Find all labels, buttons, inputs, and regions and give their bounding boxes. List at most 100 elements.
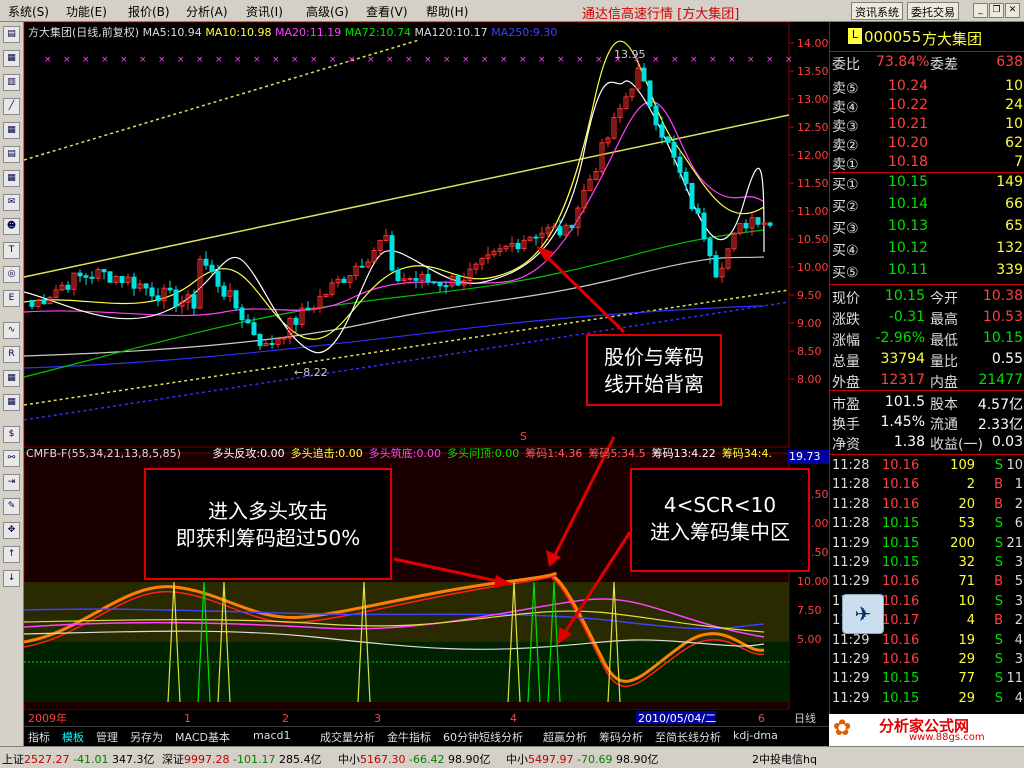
indicator-tab[interactable]: 至简长线分析	[655, 729, 721, 745]
weibi-row: 委比 73.84% 委差 638	[830, 54, 1024, 73]
move-icon[interactable]: ✥	[3, 522, 20, 539]
stat-label-2: 内盘	[930, 375, 958, 391]
tech-icon[interactable]: T	[3, 242, 20, 259]
indicator-tab[interactable]: 指标	[28, 729, 50, 745]
bid-row[interactable]: 买④ 10.12 132	[830, 240, 1024, 259]
bid-row[interactable]: 买② 10.14 66	[830, 196, 1024, 215]
indicator-tab[interactable]: 成交量分析	[320, 729, 375, 745]
minimize-icon[interactable]: _	[973, 3, 988, 18]
stat-label: 总量	[832, 354, 860, 370]
close-icon[interactable]: ✕	[1005, 3, 1020, 18]
signal-marker: ×	[253, 55, 261, 65]
pencil-icon[interactable]: ✎	[3, 498, 20, 515]
indicator-tab[interactable]: 筹码分析	[599, 729, 643, 745]
menu-system[interactable]: 系统(S)	[8, 3, 49, 20]
arrow-down-icon[interactable]: ↓	[3, 570, 20, 587]
indicator-tab[interactable]: 60分钟短线分析	[443, 729, 523, 745]
chart-icon[interactable]: ▥	[3, 74, 20, 91]
candle-body	[239, 307, 245, 321]
indicator-tab[interactable]: 另存为	[130, 729, 163, 745]
line-chart-icon[interactable]: ╱	[3, 98, 20, 115]
users-icon[interactable]: ☻	[3, 218, 20, 235]
bid-price: 10.11	[888, 262, 929, 278]
menu-function[interactable]: 功能(E)	[66, 3, 107, 20]
wave-icon[interactable]: ∿	[3, 322, 20, 339]
indicator-tab[interactable]: kdj-dma	[733, 729, 778, 742]
signal-marker: ×	[690, 55, 698, 65]
ask-label: 卖①	[832, 157, 859, 173]
candle-body	[233, 290, 239, 309]
high-price-label: 13.95	[614, 48, 646, 61]
y-tick-label: 8.00	[797, 373, 822, 386]
table-icon[interactable]: ▦	[3, 122, 20, 139]
weibi-value: 73.84%	[876, 54, 930, 70]
stat-row: 涨幅 -2.96% 最低 10.15	[830, 330, 1024, 349]
ind-y-tick-label: 10.00	[797, 575, 829, 588]
link-icon[interactable]: ⚯	[3, 450, 20, 467]
report-icon[interactable]: ▤	[3, 146, 20, 163]
indicator-item: 多头筑底:0.00	[368, 447, 441, 460]
ask-row[interactable]: 卖② 10.20 62	[830, 135, 1024, 154]
menu-analysis[interactable]: 分析(A)	[186, 3, 228, 20]
tick-side: B	[994, 613, 1003, 629]
tick-count: 21	[1006, 535, 1023, 551]
menu-quote[interactable]: 报价(B)	[128, 3, 170, 20]
trade-button[interactable]: 委托交易	[907, 2, 959, 20]
tick-price: 10.15	[882, 690, 920, 706]
grid2-icon[interactable]: ▦	[3, 394, 20, 411]
tick-count: 11	[1006, 671, 1023, 687]
indicator-tab[interactable]: 超赢分析	[543, 729, 587, 745]
s-marker: S	[520, 430, 527, 443]
menu-news[interactable]: 资讯(I)	[246, 3, 283, 20]
indicator-tab[interactable]: MACD基本	[175, 729, 230, 745]
kline-chart[interactable]: 14.00 13.50 13.00 12.50 12.00 11.50 11.00 10.50…	[23, 21, 883, 726]
eit-icon[interactable]: E	[3, 290, 20, 307]
candle-body	[689, 182, 695, 210]
indicator-item: 筹码1:4.36	[525, 447, 583, 460]
candle-body	[443, 285, 449, 288]
indicator-tab[interactable]: macd1	[253, 729, 291, 742]
bid-row[interactable]: 买① 10.15 149	[830, 174, 1024, 193]
stat-value-2: 0.55	[991, 351, 1023, 367]
bird-icon-2[interactable]: ✈	[842, 594, 884, 634]
info-system-button[interactable]: 资讯系统	[851, 2, 903, 20]
tick-row: 11:28 10.15 53 S 6	[830, 516, 1024, 535]
mail-icon[interactable]: ✉	[3, 194, 20, 211]
candle-body	[203, 258, 209, 266]
arrow-up-icon[interactable]: ↑	[3, 546, 20, 563]
stat-label-2: 最高	[930, 312, 958, 328]
stat-label-2: 今开	[930, 291, 958, 307]
stat-value: -2.96%	[875, 330, 925, 346]
signal-marker: ×	[177, 55, 185, 65]
indicator-tab[interactable]: 管理	[96, 729, 118, 745]
grid-icon[interactable]: ▦	[3, 170, 20, 187]
indicator-value-badge: 19.73	[787, 450, 829, 464]
rsi-icon[interactable]: R	[3, 346, 20, 363]
tick-price: 10.15	[882, 671, 920, 687]
annotation-divergence-line1: 股价与筹码	[604, 345, 704, 369]
bid-row[interactable]: 买③ 10.13 65	[830, 218, 1024, 237]
menu-help[interactable]: 帮助(H)	[426, 3, 468, 20]
calc-icon[interactable]: ▦	[3, 370, 20, 387]
indicator-tab[interactable]: 模板	[62, 729, 84, 745]
doc-icon[interactable]: ▤	[3, 26, 20, 43]
fund-value-2: 2.33亿	[977, 417, 1023, 433]
menu-advanced[interactable]: 高级(G)	[306, 3, 349, 20]
tick-count: 3	[1014, 593, 1023, 609]
export-icon[interactable]: ⇥	[3, 474, 20, 491]
candle-body	[407, 278, 413, 281]
ask-row[interactable]: 卖① 10.18 7	[830, 154, 1024, 173]
candle-body	[119, 275, 125, 284]
stat-value-2: 10.53	[982, 309, 1023, 325]
list-icon[interactable]: ▦	[3, 50, 20, 67]
restore-icon[interactable]: ❐	[989, 3, 1004, 18]
indicator-tab[interactable]: 金牛指标	[387, 729, 431, 745]
ask-row[interactable]: 卖③ 10.21 10	[830, 116, 1024, 135]
ask-row[interactable]: 卖⑤ 10.24 10	[830, 78, 1024, 97]
ask-row[interactable]: 卖④ 10.22 24	[830, 97, 1024, 116]
bid-row[interactable]: 买⑤ 10.11 339	[830, 262, 1024, 281]
candle-body	[83, 275, 89, 278]
globe-icon[interactable]: ◎	[3, 266, 20, 283]
menu-view[interactable]: 查看(V)	[366, 3, 408, 20]
dollar-icon[interactable]: $	[3, 426, 20, 443]
